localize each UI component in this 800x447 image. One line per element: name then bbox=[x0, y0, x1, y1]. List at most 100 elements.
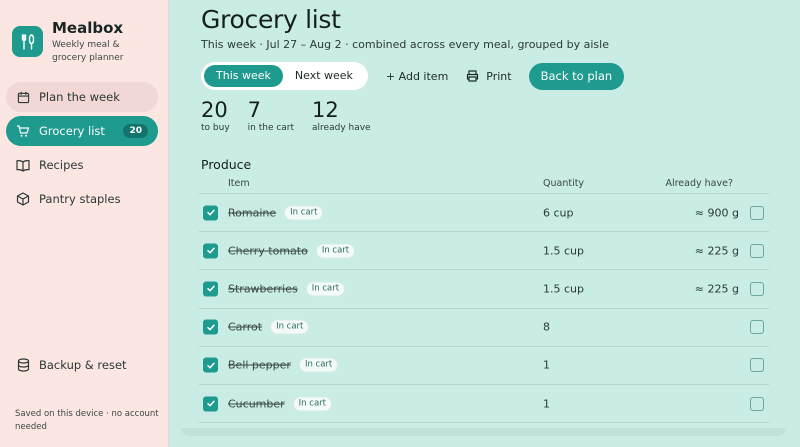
item-quantity: 6 cup bbox=[543, 206, 574, 220]
in-cart-badge: In cart bbox=[305, 281, 346, 297]
sidebar-item-pantry-staples[interactable]: Pantry staples bbox=[6, 184, 158, 214]
sidebar-bottom: Backup & reset bbox=[6, 350, 158, 384]
in-cart-badge: In cart bbox=[284, 205, 324, 221]
stat-already-have: 12 already have bbox=[312, 97, 371, 133]
page-subtitle: This week · Jul 27 – Aug 2 · combined ac… bbox=[201, 38, 609, 51]
stat-value: 12 bbox=[312, 98, 339, 122]
page-title: Grocery list bbox=[201, 5, 341, 34]
table-row: Carrot In cart 8 bbox=[199, 309, 769, 347]
sidebar-nav: Plan the week Grocery list 20 Recipes Pa… bbox=[6, 82, 158, 218]
item-cell: Bell pepper In cart bbox=[228, 357, 339, 373]
box-icon bbox=[16, 192, 30, 206]
in-cart-checkbox[interactable] bbox=[203, 396, 218, 412]
table-row: Romaine In cart 6 cup ≈ 900 g bbox=[199, 194, 769, 233]
already-have-checkbox[interactable] bbox=[750, 358, 764, 373]
book-icon bbox=[16, 158, 30, 172]
already-have-checkbox[interactable] bbox=[750, 281, 764, 296]
table-header: Item Quantity Already have? bbox=[199, 174, 769, 194]
add-item-label: + Add item bbox=[385, 69, 449, 83]
sidebar: Mealbox Weekly meal & grocery planner Pl… bbox=[0, 0, 169, 447]
item-name: Cucumber bbox=[228, 397, 285, 411]
in-cart-checkbox[interactable] bbox=[203, 205, 218, 221]
in-cart-badge: In cart bbox=[315, 243, 356, 259]
cart-icon bbox=[16, 124, 30, 138]
already-have-checkbox[interactable] bbox=[750, 396, 764, 411]
week-toggle: This week Next week bbox=[201, 62, 368, 90]
count-badge: 20 bbox=[123, 124, 148, 138]
sidebar-item-grocery-list[interactable]: Grocery list 20 bbox=[6, 116, 158, 146]
already-have-amount: ≈ 225 g bbox=[694, 244, 739, 258]
already-have-checkbox[interactable] bbox=[750, 243, 764, 258]
in-cart-badge: In cart bbox=[292, 396, 332, 412]
stats: 20 to buy 7 in the cart 12 already have bbox=[201, 97, 389, 133]
printer-icon bbox=[466, 70, 479, 82]
item-name: Cherry tomato bbox=[228, 244, 308, 258]
checkmark-icon bbox=[206, 362, 215, 369]
item-quantity: 8 bbox=[543, 320, 550, 334]
item-cell: Carrot In cart bbox=[228, 319, 310, 335]
checkmark-icon bbox=[206, 324, 215, 331]
column-header-already-have: Already have? bbox=[665, 178, 733, 189]
toolbar: This week Next week + Add item Print Bac… bbox=[201, 62, 625, 90]
already-have-checkbox[interactable] bbox=[750, 320, 764, 335]
this-week-tab[interactable]: This week bbox=[204, 65, 283, 87]
sidebar-item-label: Grocery list bbox=[39, 124, 105, 138]
sidebar-item-label: Plan the week bbox=[39, 90, 120, 104]
table-body: Romaine In cart 6 cup ≈ 900 g Cherry tom… bbox=[199, 194, 769, 424]
brand: Mealbox Weekly meal & grocery planner bbox=[12, 20, 152, 65]
in-cart-checkbox[interactable] bbox=[203, 319, 218, 335]
item-quantity: 1.5 cup bbox=[543, 244, 584, 258]
in-cart-checkbox[interactable] bbox=[203, 243, 218, 259]
table-row: Cherry tomato In cart 1.5 cup ≈ 225 g bbox=[199, 232, 769, 271]
print-button[interactable]: Print bbox=[466, 69, 512, 83]
item-quantity: 1 bbox=[543, 358, 550, 372]
stat-label: to buy bbox=[201, 123, 230, 133]
sidebar-item-backup-reset[interactable]: Backup & reset bbox=[6, 350, 158, 380]
already-have-amount: ≈ 900 g bbox=[694, 206, 739, 220]
next-week-tab[interactable]: Next week bbox=[283, 65, 365, 87]
item-name: Strawberries bbox=[228, 282, 298, 296]
stat-to-buy: 20 to buy bbox=[201, 97, 230, 133]
column-header-quantity: Quantity bbox=[543, 178, 585, 189]
item-cell: Cucumber In cart bbox=[228, 396, 332, 412]
column-header-item: Item bbox=[228, 178, 250, 189]
sidebar-item-label: Recipes bbox=[39, 158, 84, 172]
grocery-table: Item Quantity Already have? Romaine In c… bbox=[199, 174, 769, 424]
checkmark-icon bbox=[206, 209, 215, 216]
item-cell: Cherry tomato In cart bbox=[228, 243, 356, 259]
saved-note: Saved on this device · no account needed bbox=[15, 409, 159, 432]
add-item-button[interactable]: + Add item bbox=[386, 70, 448, 83]
app-tagline: Weekly meal & grocery planner bbox=[52, 40, 124, 63]
item-quantity: 1 bbox=[543, 397, 550, 411]
fork-knife-icon bbox=[12, 26, 43, 57]
item-quantity: 1.5 cup bbox=[543, 282, 584, 296]
stat-label: in the cart bbox=[247, 123, 295, 133]
already-have-amount: ≈ 225 g bbox=[694, 282, 739, 296]
table-row: Strawberries In cart 1.5 cup ≈ 225 g bbox=[199, 270, 769, 309]
item-name: Romaine bbox=[228, 206, 277, 220]
print-label: Print bbox=[486, 69, 512, 83]
in-cart-checkbox[interactable] bbox=[203, 357, 218, 373]
sidebar-item-label: Pantry staples bbox=[39, 192, 121, 206]
sidebar-item-plan-the-week[interactable]: Plan the week bbox=[6, 82, 158, 112]
sidebar-item-recipes[interactable]: Recipes bbox=[6, 150, 158, 180]
database-icon bbox=[16, 358, 30, 372]
table-row: Cucumber In cart 1 bbox=[199, 385, 769, 424]
stat-value: 20 bbox=[201, 98, 228, 122]
already-have-checkbox[interactable] bbox=[750, 205, 764, 220]
card-edge bbox=[181, 428, 786, 436]
item-cell: Romaine In cart bbox=[228, 205, 324, 221]
checkmark-icon bbox=[206, 286, 215, 292]
app-name: Mealbox bbox=[52, 19, 124, 37]
aisle-title: Produce bbox=[201, 157, 252, 172]
back-to-plan-button[interactable]: Back to plan bbox=[528, 62, 625, 90]
stat-value: 7 bbox=[247, 98, 262, 122]
sidebar-item-label: Backup & reset bbox=[39, 358, 127, 372]
calendar-icon bbox=[16, 90, 30, 104]
in-cart-badge: In cart bbox=[298, 357, 339, 373]
item-cell: Strawberries In cart bbox=[228, 281, 346, 297]
table-row: Bell pepper In cart 1 bbox=[199, 347, 769, 385]
in-cart-checkbox[interactable] bbox=[203, 281, 218, 297]
item-name: Carrot bbox=[228, 320, 263, 334]
stat-in-cart: 7 in the cart bbox=[248, 97, 294, 133]
